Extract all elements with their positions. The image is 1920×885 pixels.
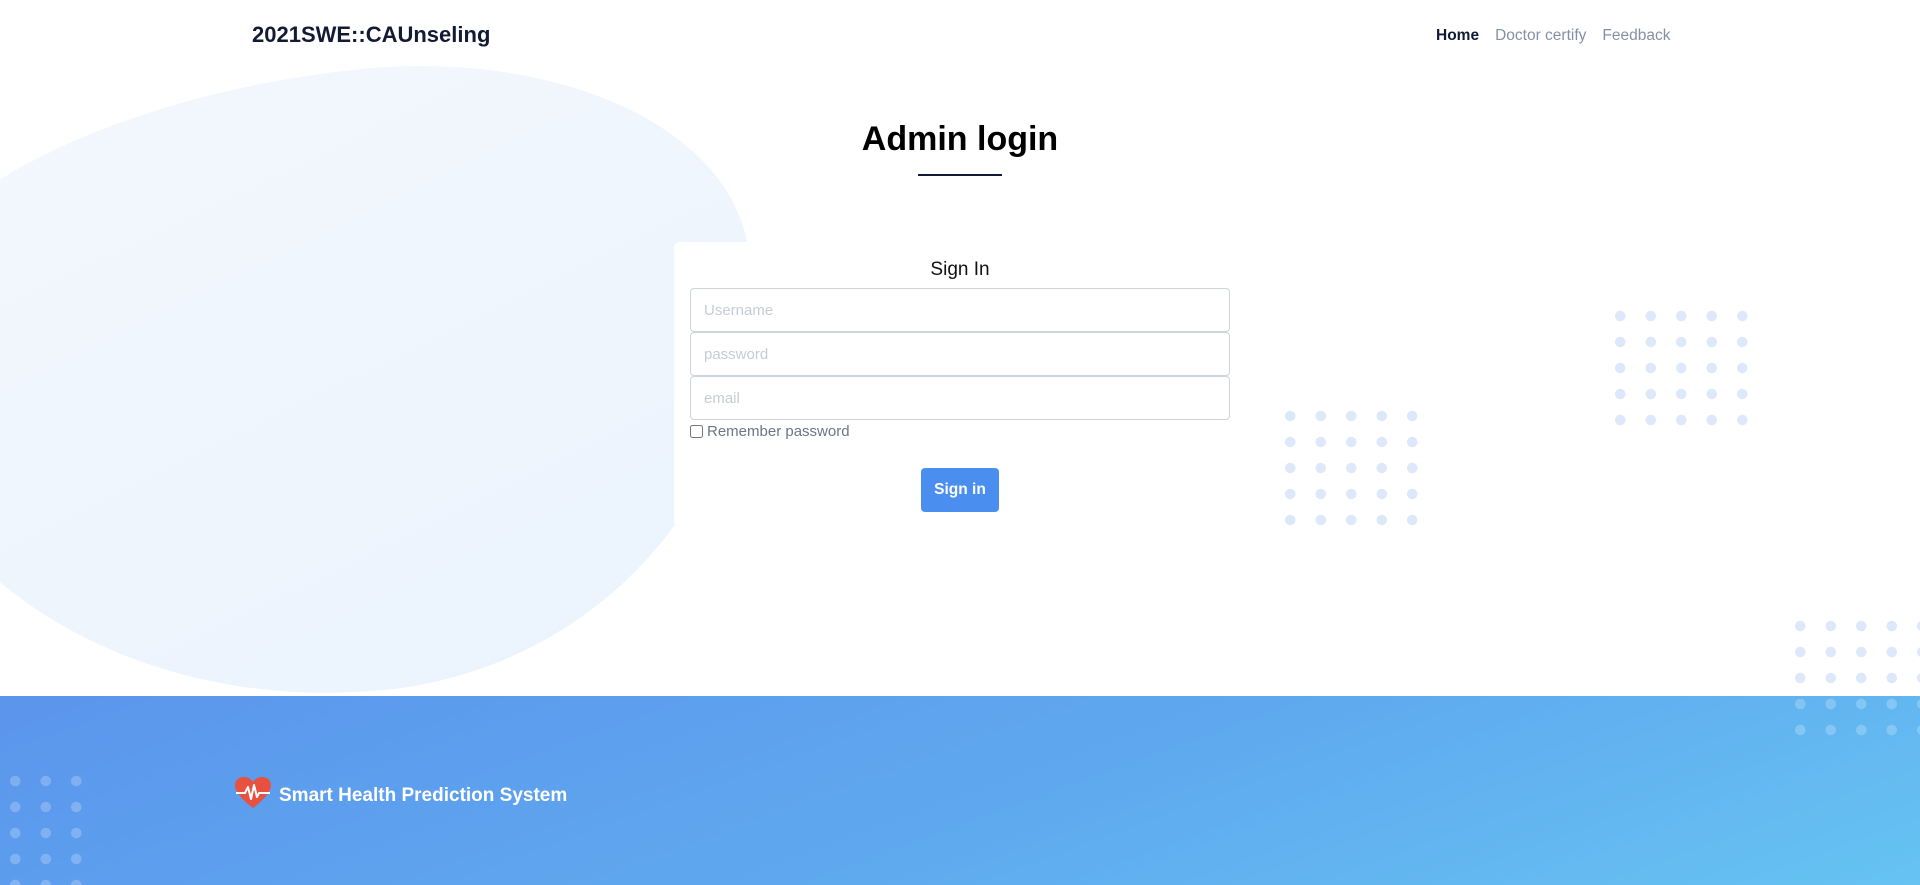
dot-pattern (0, 768, 90, 885)
dot-pattern (1275, 403, 1427, 533)
title-underline (918, 174, 1002, 176)
main-nav: Home Doctor certify Feedback (1436, 27, 1670, 45)
site-header: 2021SWE::CAUnseling Home Doctor certify … (0, 0, 1920, 74)
footer-logo-text: Smart Health Prediction System (279, 784, 568, 806)
sign-in-button[interactable]: Sign in (921, 468, 999, 512)
login-card: Sign In Remember password Sign in (674, 242, 1246, 528)
username-input[interactable] (690, 288, 1230, 332)
footer-logo: Smart Health Prediction System (234, 776, 567, 815)
dot-pattern (1785, 696, 1920, 743)
heart-pulse-icon (234, 776, 272, 815)
site-footer: Smart Health Prediction System (0, 696, 1920, 885)
remember-password[interactable]: Remember password (690, 423, 850, 440)
nav-feedback[interactable]: Feedback (1602, 27, 1670, 45)
nav-doctor-certify[interactable]: Doctor certify (1495, 27, 1586, 45)
nav-home[interactable]: Home (1436, 27, 1479, 45)
page-title: Admin login (861, 120, 1059, 158)
remember-checkbox[interactable] (690, 425, 703, 438)
remember-label: Remember password (707, 423, 850, 440)
brand-logo[interactable]: 2021SWE::CAUnseling (252, 22, 490, 48)
email-input[interactable] (690, 376, 1230, 420)
dot-pattern (1605, 303, 1757, 433)
form-heading: Sign In (930, 259, 990, 280)
password-input[interactable] (690, 332, 1230, 376)
